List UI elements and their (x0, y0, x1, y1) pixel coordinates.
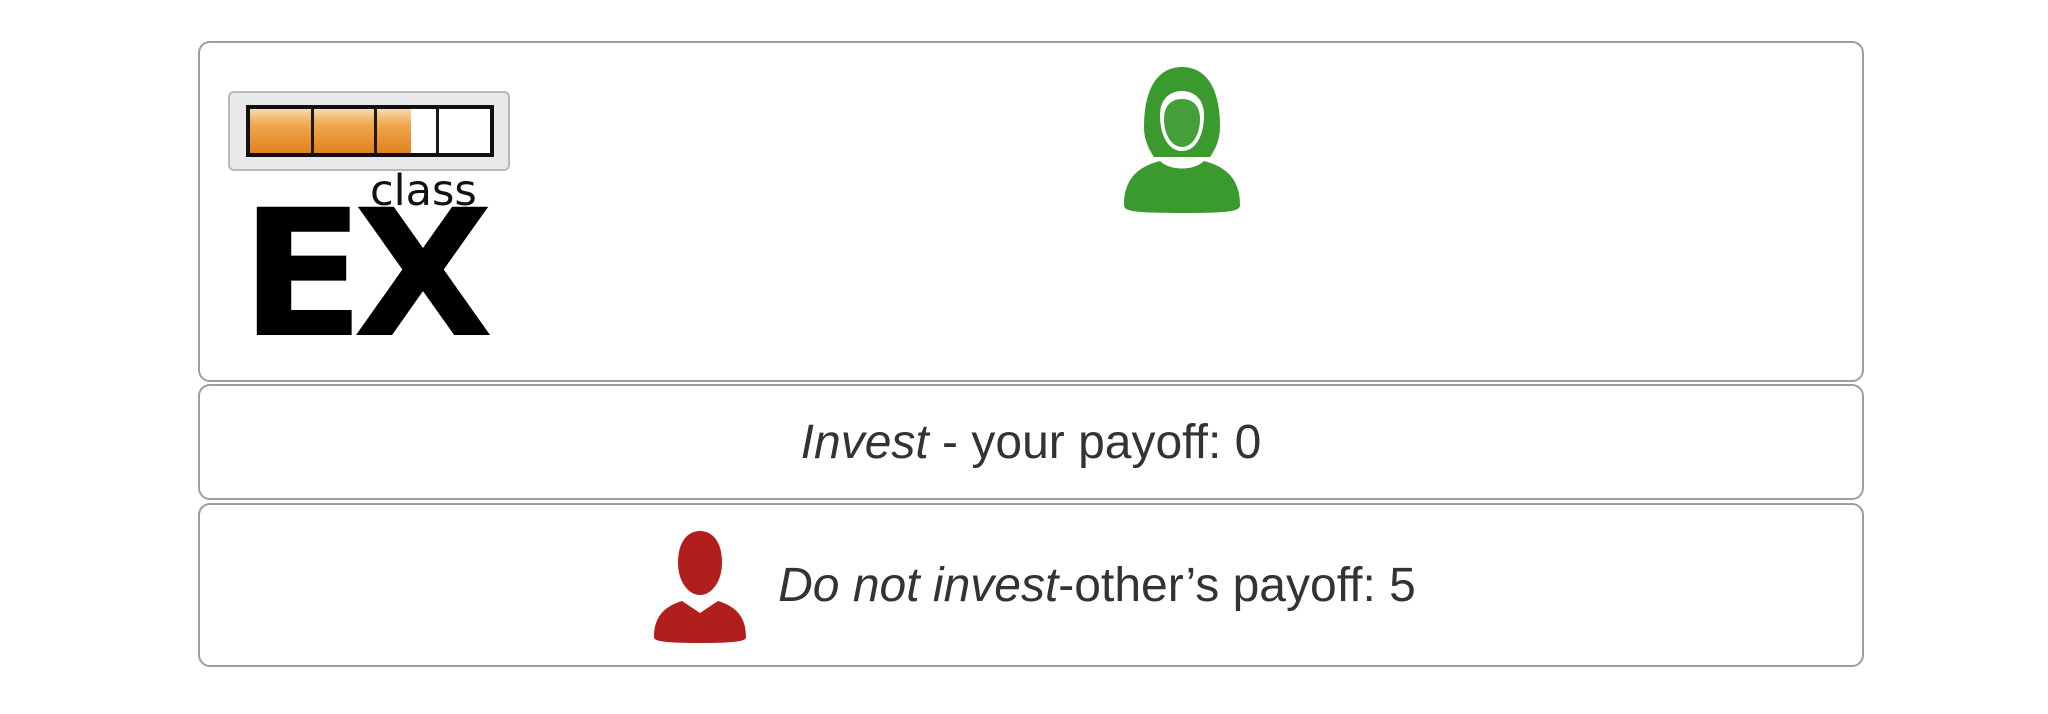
male-person-icon (654, 531, 747, 643)
option-invest-text: Invest - your payoff: 0 (200, 386, 1862, 498)
logo-progress-bar (246, 105, 494, 157)
logo-progress-tick (374, 109, 377, 153)
header-panel: class EX (198, 41, 1864, 382)
separator: - (1058, 558, 1075, 612)
female-person-icon (1124, 67, 1240, 213)
classex-logo: class EX (228, 91, 510, 363)
action-label: Invest (800, 415, 929, 469)
option-do-not-invest[interactable]: Do not invest - other’s payoff: 5 (198, 503, 1864, 667)
payoff-text: other’s payoff: 5 (1074, 558, 1416, 612)
logo-progress-frame (228, 91, 510, 171)
option-invest[interactable]: Invest - your payoff: 0 (198, 384, 1864, 500)
logo-progress-fill (250, 109, 411, 153)
logo-progress-tick (436, 109, 439, 153)
action-label: Do not invest (778, 558, 1059, 612)
option-do-not-invest-text: Do not invest - other’s payoff: 5 (200, 505, 1862, 665)
logo-progress-tick (311, 109, 314, 153)
app-frame: class EX Invest - your payoff: 0 Do not … (0, 0, 2048, 714)
logo-ex-text: EX (240, 172, 494, 377)
payoff-text: your payoff: 0 (971, 415, 1262, 469)
separator: - (928, 415, 972, 469)
